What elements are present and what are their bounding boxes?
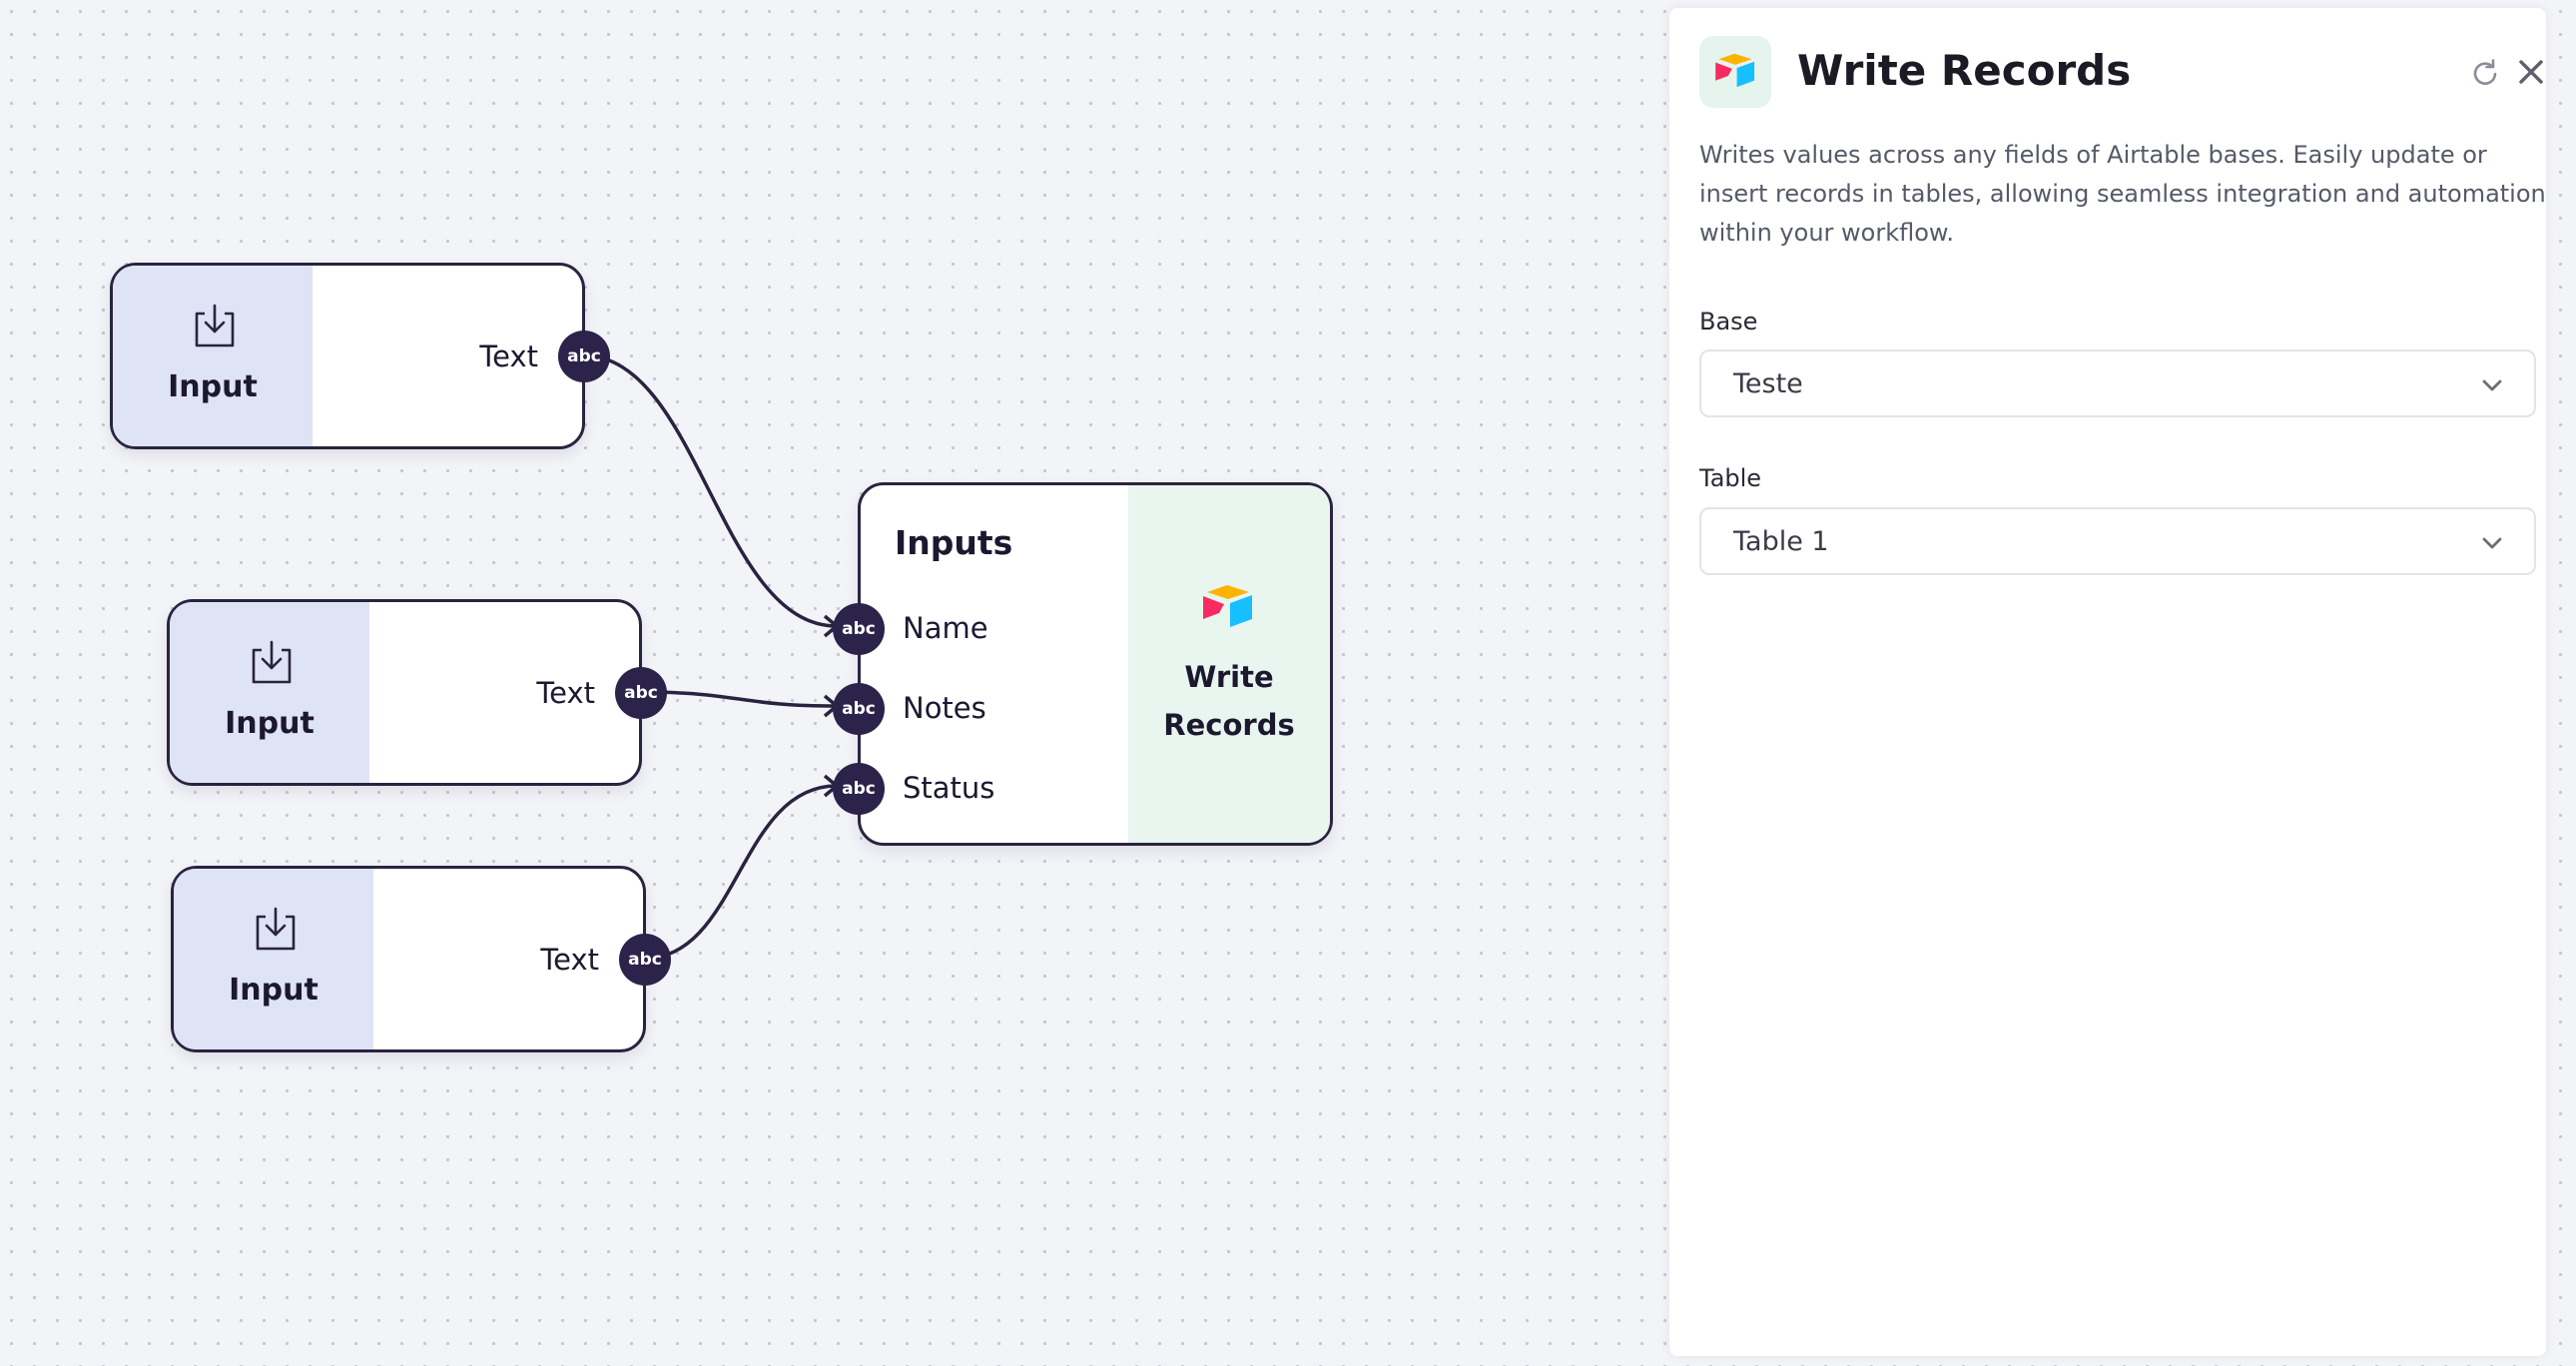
panel-title: Write Records	[1797, 46, 2132, 95]
download-tray-icon	[256, 907, 296, 951]
field-label: Status	[903, 771, 995, 805]
field-label: Name	[903, 611, 988, 645]
write-node-header: Write Records	[1128, 485, 1330, 843]
input-node-header	[113, 266, 313, 446]
close-icon[interactable]	[2516, 57, 2546, 87]
wire-input-1-to-name	[582, 353, 838, 628]
download-tray-icon	[252, 640, 292, 684]
workflow-canvas[interactable]: Input Text abc Input Text abc Input Text…	[0, 0, 1667, 1366]
output-port-text[interactable]: abc	[615, 667, 667, 719]
inputs-title: Inputs	[895, 523, 1013, 562]
panel-description: Writes values across any fields of Airta…	[1699, 141, 2546, 247]
input-port-notes[interactable]: abc	[833, 683, 885, 735]
input-node-3[interactable]: Input Text abc	[171, 866, 671, 1052]
port-label-text: Text	[479, 340, 538, 373]
base-select[interactable]: Teste	[1699, 349, 2536, 417]
table-label: Table	[1699, 464, 1762, 492]
input-node-title: Input	[168, 369, 258, 404]
refresh-icon[interactable]	[2468, 57, 2502, 91]
wire-input-2-to-notes	[639, 690, 838, 708]
table-select-value: Table 1	[1733, 526, 1829, 557]
port-label-text: Text	[536, 676, 595, 710]
field-label: Notes	[903, 691, 986, 725]
node-settings-panel: Write Records Writes values across any f…	[1669, 8, 2546, 1356]
write-records-node[interactable]: Inputs abc Name abc Notes abc Status Wri…	[833, 482, 1333, 846]
input-port-status[interactable]: abc	[833, 763, 885, 815]
chevron-down-icon	[2482, 537, 2502, 549]
input-node-title: Input	[229, 973, 319, 1008]
wire-input-3-to-status	[643, 784, 838, 961]
chevron-down-icon	[2482, 379, 2502, 391]
write-node-title: Write Records	[1163, 660, 1295, 742]
input-node-2[interactable]: Input Text abc	[167, 599, 667, 786]
input-node-1[interactable]: Input Text abc	[110, 263, 610, 449]
panel-app-icon	[1699, 36, 1771, 108]
base-select-value: Teste	[1733, 368, 1803, 399]
airtable-logo-icon	[1715, 53, 1755, 88]
input-node-header	[170, 602, 369, 783]
output-port-text[interactable]: abc	[619, 934, 671, 986]
table-select[interactable]: Table 1	[1699, 507, 2536, 575]
port-label-text: Text	[540, 943, 599, 977]
download-tray-icon	[195, 304, 235, 347]
airtable-logo-icon	[1203, 585, 1252, 627]
input-node-header	[174, 869, 373, 1049]
output-port-text[interactable]: abc	[558, 331, 610, 382]
input-node-title: Input	[225, 706, 315, 741]
input-port-name[interactable]: abc	[833, 603, 885, 655]
base-label: Base	[1699, 308, 1758, 336]
